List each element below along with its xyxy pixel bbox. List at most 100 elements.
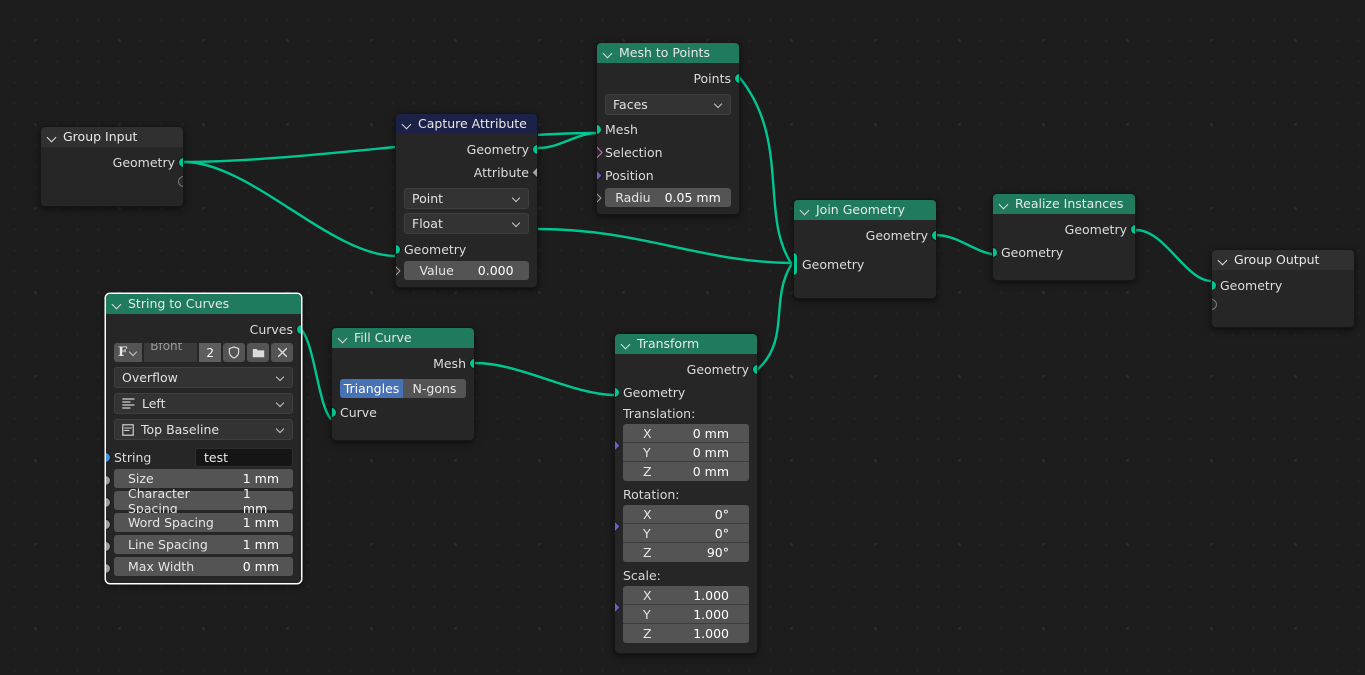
chevron-down-icon[interactable]: [113, 300, 122, 309]
node-group-output[interactable]: Group Output Geometry: [1211, 249, 1355, 328]
node-capture-attribute-header[interactable]: Capture Attribute: [396, 114, 537, 134]
node-group-input[interactable]: Group Input Geometry: [40, 126, 184, 207]
node-fill-curve[interactable]: Fill Curve Mesh Triangles N-gons Curve: [331, 327, 475, 441]
input-row-selection: Selection: [597, 141, 739, 164]
socket-input-string[interactable]: [106, 452, 111, 463]
socket-input-scale[interactable]: [615, 601, 621, 614]
rotation-y-field[interactable]: Y 0°: [623, 524, 749, 543]
font-id-browse-button[interactable]: F: [114, 343, 143, 362]
input-row-mesh: Mesh: [597, 118, 739, 141]
rotation-fields[interactable]: X 0° Y 0° Z 90°: [623, 505, 749, 562]
chevron-down-icon[interactable]: [801, 206, 810, 215]
chevron-down-icon[interactable]: [1219, 256, 1228, 265]
socket-output-mesh[interactable]: [469, 358, 474, 369]
chevron-down-icon[interactable]: [604, 49, 613, 58]
domain-dropdown[interactable]: Point: [404, 188, 529, 209]
mode-dropdown[interactable]: Faces: [605, 94, 731, 115]
font-picker-row[interactable]: F Bfont ... 2: [114, 343, 293, 362]
scale-fields[interactable]: X 1.000 Y 1.000 Z 1.000: [623, 586, 749, 643]
socket-input-radius[interactable]: [597, 192, 602, 204]
socket-input-geometry[interactable]: [993, 247, 998, 258]
line-spacing-field[interactable]: Line Spacing 1 mm: [114, 535, 293, 554]
socket-input-geometry[interactable]: [615, 387, 620, 398]
socket-input-virtual[interactable]: [1212, 299, 1217, 310]
rotation-z-field[interactable]: Z 90°: [623, 543, 749, 562]
node-realize-instances[interactable]: Realize Instances Geometry Geometry: [992, 193, 1136, 281]
chevron-down-icon[interactable]: [48, 133, 57, 142]
unlink-icon[interactable]: [271, 343, 293, 362]
scale-x-field[interactable]: X 1.000: [623, 586, 749, 605]
node-group-input-header[interactable]: Group Input: [41, 127, 183, 147]
align-x-dropdown[interactable]: Left: [114, 393, 293, 414]
socket-input-position[interactable]: [597, 169, 603, 182]
socket-input-geometry[interactable]: [1212, 280, 1217, 291]
max-width-field[interactable]: Max Width 0 mm: [114, 557, 293, 576]
chevron-down-icon[interactable]: [1000, 200, 1009, 209]
mode-toggle-ngons[interactable]: N-gons: [403, 379, 466, 398]
translation-fields[interactable]: X 0 mm Y 0 mm Z 0 mm: [623, 424, 749, 481]
input-label: Curve: [340, 405, 377, 420]
scale-z-field[interactable]: Z 1.000: [623, 624, 749, 643]
node-capture-attribute[interactable]: Capture Attribute Geometry Attribute Poi…: [395, 113, 538, 288]
mode-toggle[interactable]: Triangles N-gons: [340, 379, 466, 398]
open-file-icon[interactable]: [247, 343, 269, 362]
font-users-count[interactable]: 2: [199, 343, 221, 362]
string-input-field[interactable]: test: [195, 448, 293, 467]
fake-user-icon[interactable]: [223, 343, 245, 362]
mode-toggle-triangles[interactable]: Triangles: [340, 379, 403, 398]
translation-z-field[interactable]: Z 0 mm: [623, 462, 749, 481]
node-join-geometry-header[interactable]: Join Geometry: [794, 200, 936, 220]
chevron-down-icon[interactable]: [339, 334, 348, 343]
character-spacing-field[interactable]: Character Spacing 1 mm: [114, 486, 293, 516]
node-transform[interactable]: Transform Geometry Geometry Translation:…: [614, 333, 758, 654]
translation-y-field[interactable]: Y 0 mm: [623, 443, 749, 462]
socket-output-geometry[interactable]: [1130, 224, 1135, 235]
socket-input-translation[interactable]: [615, 439, 621, 452]
socket-input-rotation[interactable]: [615, 520, 621, 533]
socket-input-max-width[interactable]: [106, 563, 111, 574]
socket-input-size[interactable]: [106, 475, 111, 486]
rotation-x-field[interactable]: X 0°: [623, 505, 749, 524]
node-group-output-header[interactable]: Group Output: [1212, 250, 1354, 270]
socket-input-line-spacing[interactable]: [106, 541, 111, 552]
font-name-field[interactable]: Bfont ...: [144, 343, 198, 362]
socket-output-virtual[interactable]: [178, 176, 183, 187]
overflow-dropdown[interactable]: Overflow: [114, 367, 293, 388]
socket-output-geometry[interactable]: [532, 144, 537, 155]
socket-output-points[interactable]: [734, 73, 739, 84]
node-fill-curve-header[interactable]: Fill Curve: [332, 328, 474, 348]
socket-output-geometry[interactable]: [178, 157, 183, 168]
node-mesh-to-points[interactable]: Mesh to Points Points Faces Mesh Selecti…: [596, 42, 740, 215]
socket-input-mesh[interactable]: [597, 124, 602, 135]
socket-input-word-spacing[interactable]: [106, 519, 111, 530]
word-spacing-field[interactable]: Word Spacing 1 mm: [114, 513, 293, 532]
node-mesh-to-points-header[interactable]: Mesh to Points: [597, 43, 739, 63]
geometry-node-editor[interactable]: Group Input Geometry Capture Attribute G…: [0, 0, 1365, 675]
chevron-down-icon[interactable]: [622, 340, 631, 349]
node-join-geometry[interactable]: Join Geometry Geometry Geometry: [793, 199, 937, 299]
node-transform-header[interactable]: Transform: [615, 334, 757, 354]
socket-input-curve[interactable]: [332, 407, 337, 418]
axis-value: 0°: [714, 506, 729, 522]
align-y-dropdown[interactable]: Top Baseline: [114, 419, 293, 440]
socket-input-value[interactable]: [396, 265, 401, 277]
input-label: Geometry: [1001, 245, 1064, 260]
socket-output-attribute[interactable]: [531, 166, 537, 179]
socket-output-geometry[interactable]: [752, 364, 757, 375]
node-title: Capture Attribute: [418, 116, 527, 131]
socket-input-geometry-multi[interactable]: [794, 252, 798, 276]
node-string-to-curves[interactable]: String to Curves Curves F Bfont ... 2 Ov…: [105, 293, 302, 584]
socket-output-geometry[interactable]: [931, 230, 936, 241]
translation-x-field[interactable]: X 0 mm: [623, 424, 749, 443]
socket-input-character-spacing[interactable]: [106, 497, 111, 508]
chevron-down-icon[interactable]: [403, 120, 412, 129]
radius-field[interactable]: Radiu 0.05 mm: [605, 188, 731, 207]
value-field[interactable]: Value 0.000: [404, 261, 529, 280]
data-type-dropdown[interactable]: Float: [404, 213, 529, 234]
scale-y-field[interactable]: Y 1.000: [623, 605, 749, 624]
socket-input-selection[interactable]: [597, 146, 603, 159]
socket-output-curves[interactable]: [296, 324, 301, 335]
node-realize-instances-header[interactable]: Realize Instances: [993, 194, 1135, 214]
node-string-to-curves-header[interactable]: String to Curves: [106, 294, 301, 314]
socket-input-geometry[interactable]: [396, 244, 401, 255]
